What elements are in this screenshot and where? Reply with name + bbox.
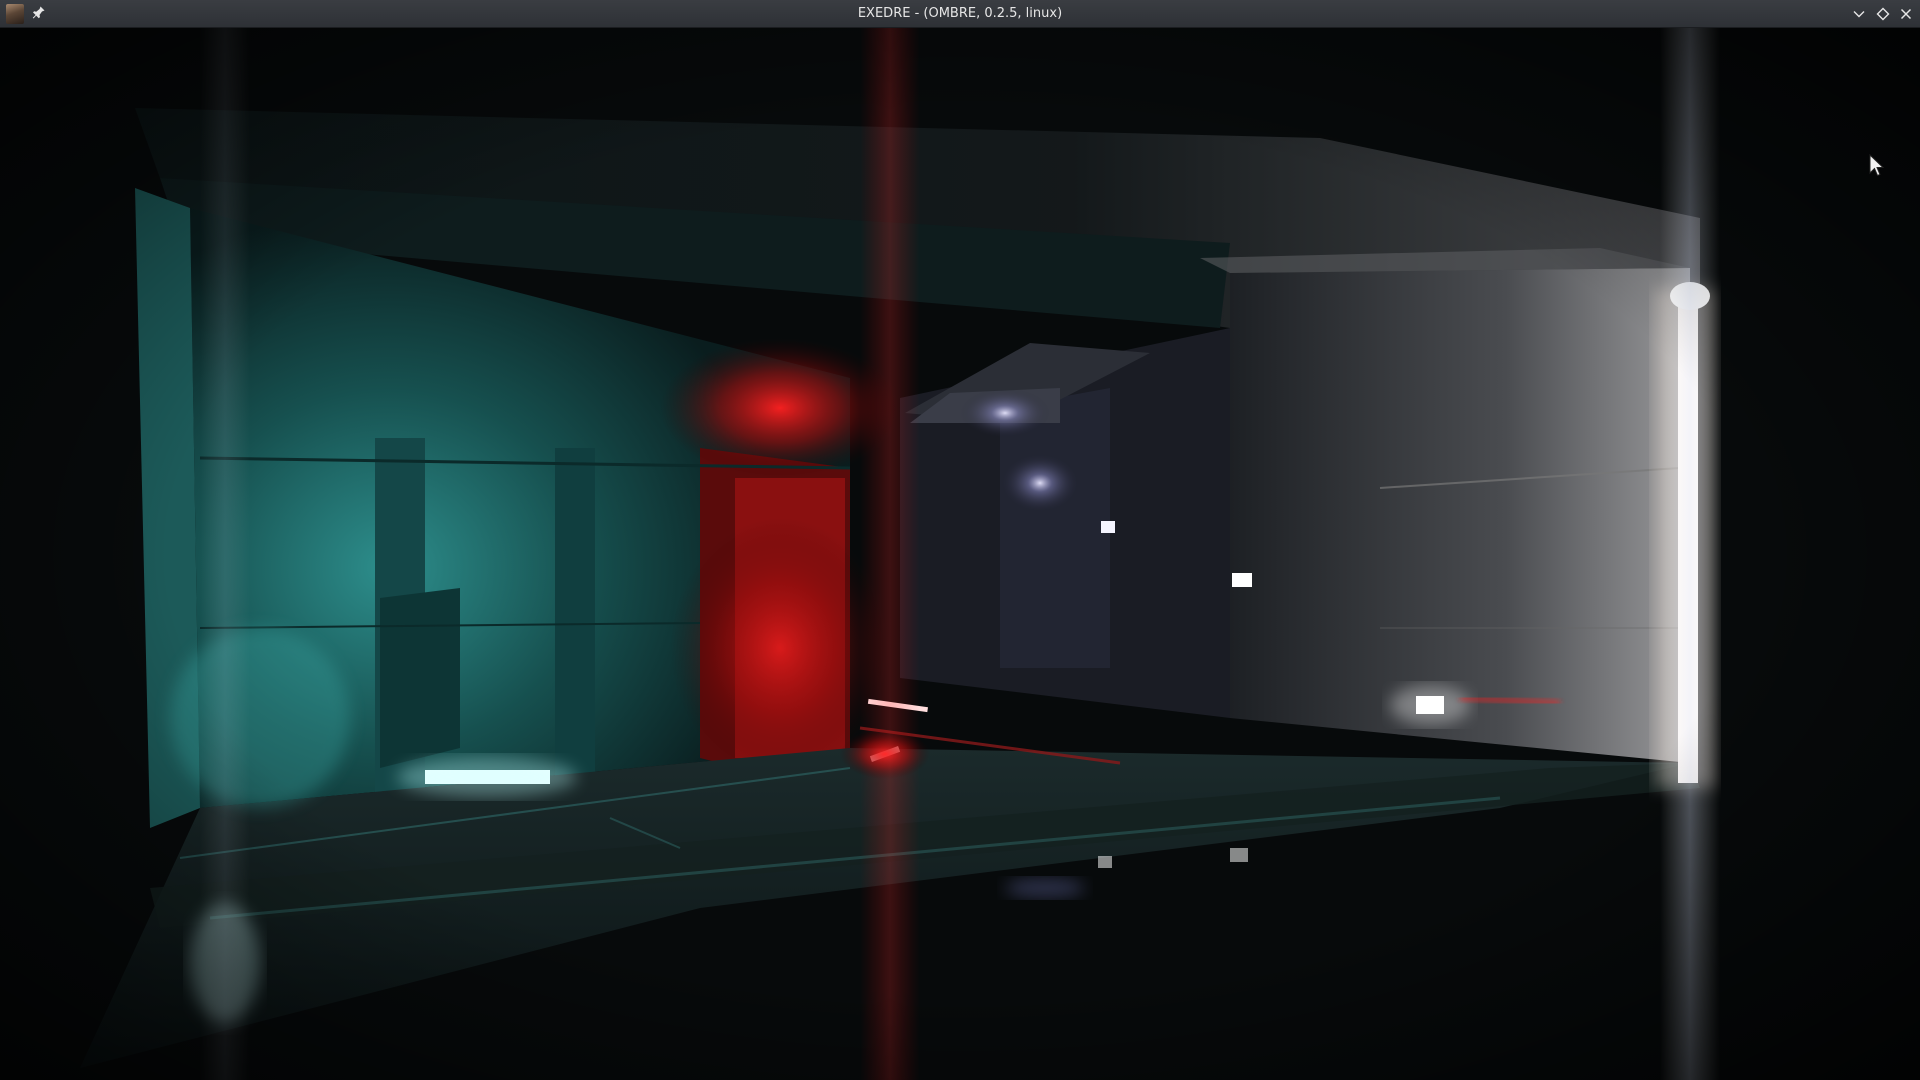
- close-icon: [1900, 8, 1912, 20]
- window-title-bar[interactable]: EXEDRE - (OMBRE, 0.2.5, linux): [0, 0, 1920, 28]
- minimize-button[interactable]: [1852, 7, 1866, 21]
- mouse-cursor-icon: [1869, 154, 1885, 177]
- diamond-icon: [1876, 7, 1890, 21]
- chevron-down-icon: [1853, 11, 1865, 18]
- window-title: EXEDRE - (OMBRE, 0.2.5, linux): [857, 6, 1063, 21]
- maximize-button[interactable]: [1876, 7, 1890, 21]
- game-viewport[interactable]: [0, 28, 1920, 1080]
- app-portrait-icon[interactable]: [6, 4, 24, 24]
- pin-icon[interactable]: [32, 5, 46, 23]
- game-scene: [0, 28, 1920, 1080]
- close-button[interactable]: [1899, 7, 1913, 21]
